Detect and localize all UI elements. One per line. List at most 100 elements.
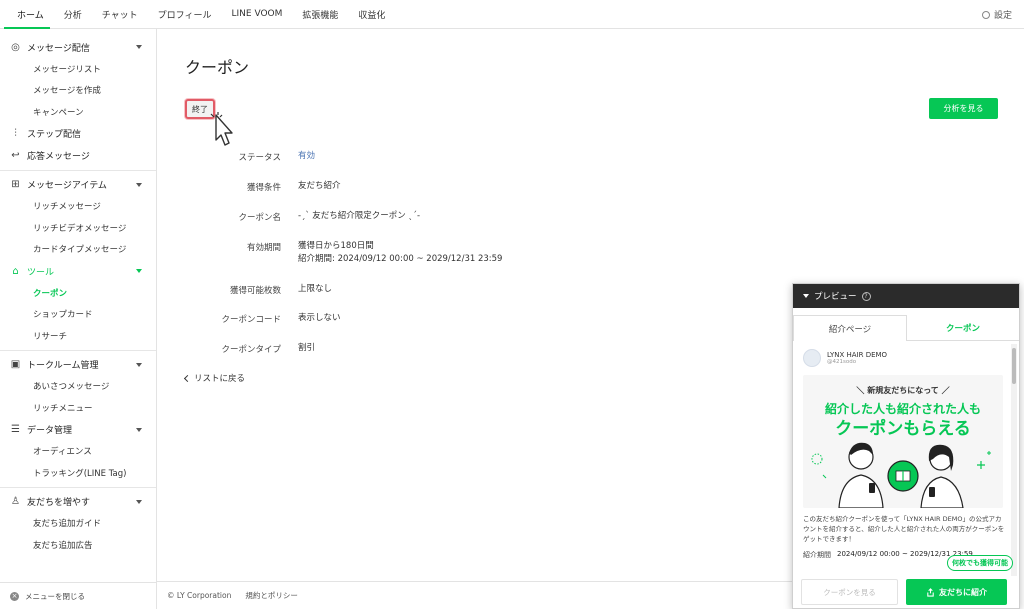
field-label-limit: 獲得可能枚数 [229, 286, 281, 296]
sidebar-divider [0, 349, 156, 351]
preview-tabs: 紹介ページ クーポン [793, 315, 1019, 341]
people-illustration-icon [811, 442, 991, 508]
sidebar-section-label: ステップ配信 [27, 130, 82, 140]
referral-banner: ＼ 新規友だちになって ／ 紹介した人も紹介された人も クーポンもらえる [803, 375, 1003, 508]
copyright: © LY Corporation [167, 591, 232, 600]
gear-icon [981, 10, 990, 19]
sidebar-item-rich-message[interactable]: リッチメッセージ [0, 196, 156, 218]
sidebar: ◎ メッセージ配信 メッセージリスト メッセージを作成 キャンペーン ⫶ ステッ… [0, 29, 157, 609]
field-value-status: 有効 [298, 151, 316, 161]
sidebar-section-label: トークルーム管理 [27, 361, 99, 371]
sidebar-item-shop-card[interactable]: ショップカード [0, 304, 156, 326]
talkroom-icon: ▣ [10, 359, 21, 370]
sidebar-item-message-list[interactable]: メッセージリスト [0, 58, 156, 80]
back-link-label: リストに戻る [194, 374, 246, 384]
tab-analytics[interactable]: 分析 [54, 0, 92, 28]
account-row: LYNX HAIR DEMO @421sodo [803, 349, 1009, 367]
referral-description: この友だち紹介クーポンを使って「LYNX HAIR DEMO」の公式アカウントを… [803, 515, 1005, 543]
tab-monetization[interactable]: 収益化 [348, 0, 395, 28]
field-label-condition: 獲得条件 [246, 183, 281, 193]
tab-home[interactable]: ホーム [0, 0, 54, 29]
sidebar-section-broadcast[interactable]: ◎ メッセージ配信 [0, 36, 156, 58]
message-item-icon: ⊞ [11, 179, 20, 190]
sidebar-item-greeting[interactable]: あいさつメッセージ [0, 376, 156, 398]
settings-label: 設定 [993, 11, 1012, 21]
sidebar-divider [0, 169, 156, 171]
chevron-left-icon [183, 374, 192, 382]
unlimited-badge: 何枚でも獲得可能 [947, 555, 1013, 571]
sidebar-item-campaign[interactable]: キャンペーン [0, 101, 156, 123]
sidebar-section-step[interactable]: ⫶ ステップ配信 [0, 123, 156, 145]
field-label-coupon-type: クーポンタイプ [221, 345, 281, 355]
sidebar-item-coupon[interactable]: クーポン [0, 282, 156, 304]
database-icon: ☰ [11, 424, 20, 435]
help-icon[interactable]: ? [861, 291, 871, 301]
sidebar-item-rich-video[interactable]: リッチビデオメッセージ [0, 217, 156, 239]
sidebar-section-data[interactable]: ☰ データ管理 [0, 419, 156, 441]
back-to-list-link[interactable]: リストに戻る [183, 372, 246, 384]
sidebar-section-message-items[interactable]: ⊞ メッセージアイテム [0, 174, 156, 196]
sidebar-item-research[interactable]: リサーチ [0, 325, 156, 347]
analyze-button[interactable]: 分析を見る [929, 98, 998, 119]
close-menu-button[interactable]: × メニューを閉じる [0, 582, 157, 609]
sidebar-section-label: 応答メッセージ [27, 152, 90, 162]
page-title: クーポン [185, 58, 250, 77]
field-label-coupon-code: クーポンコード [221, 315, 281, 325]
tab-coupon[interactable]: クーポン [907, 315, 1019, 341]
add-friend-icon: ♙ [11, 496, 20, 507]
share-friends-button[interactable]: 友だちに紹介 [906, 579, 1007, 605]
chevron-down-icon [136, 269, 142, 273]
policy-link[interactable]: 規約とポリシー [245, 590, 298, 601]
tab-line-voom[interactable]: LINE VOOM [222, 0, 293, 28]
tab-extensions[interactable]: 拡張機能 [292, 0, 348, 28]
account-id: @421sodo [827, 359, 857, 365]
sidebar-section-add-friends[interactable]: ♙ 友だちを増やす [0, 491, 156, 513]
field-label-validity: 有効期間 [246, 243, 281, 253]
reply-icon: ↩ [11, 150, 20, 161]
sidebar-section-tools[interactable]: ⌂ ツール [0, 260, 156, 282]
sidebar-item-card-message[interactable]: カードタイプメッセージ [0, 239, 156, 261]
period-label: 紹介期間 [803, 551, 831, 559]
tab-chat[interactable]: チャット [92, 0, 148, 28]
chevron-down-icon [803, 294, 809, 298]
share-friends-label: 友だちに紹介 [939, 587, 987, 597]
sidebar-item-audience[interactable]: オーディエンス [0, 441, 156, 463]
sidebar-section-label: メッセージアイテム [27, 181, 107, 191]
top-nav: ホーム 分析 チャット プロフィール LINE VOOM 拡張機能 収益化 設定 [0, 0, 1024, 29]
sidebar-item-rich-menu[interactable]: リッチメニュー [0, 397, 156, 419]
sidebar-item-create-message[interactable]: メッセージを作成 [0, 80, 156, 102]
avatar [803, 349, 821, 367]
close-menu-label: メニューを閉じる [25, 591, 85, 601]
sidebar-section-talkroom[interactable]: ▣ トークルーム管理 [0, 354, 156, 376]
preview-title: プレビュー [814, 292, 857, 302]
close-icon: × [10, 591, 19, 601]
account-name: LYNX HAIR DEMO [827, 351, 888, 359]
chevron-down-icon [136, 182, 142, 187]
shop-icon: ⌂ [12, 265, 19, 277]
tab-referral-page[interactable]: 紹介ページ [793, 315, 907, 341]
broadcast-icon: ◎ [11, 41, 20, 53]
preview-header[interactable]: プレビュー ? [793, 284, 1019, 308]
field-value-condition: 友だち紹介 [298, 181, 341, 191]
chevron-down-icon [136, 45, 142, 49]
sidebar-section-label: データ管理 [27, 426, 73, 436]
chevron-down-icon [136, 362, 142, 367]
page-footer: © LY Corporation 規約とポリシー [157, 581, 792, 609]
chevron-down-icon [136, 499, 142, 504]
tab-profile[interactable]: プロフィール [148, 0, 222, 28]
field-label-status: ステータス [238, 153, 281, 163]
settings-link[interactable]: 設定 [981, 0, 1012, 29]
field-value-referral-period: 紹介期間: 2024/09/12 00:00 ~ 2029/12/31 23:5… [298, 254, 503, 264]
sidebar-divider [0, 486, 156, 488]
sidebar-item-friend-guide[interactable]: 友だち追加ガイド [0, 513, 156, 535]
step-icon: ⫶ [14, 128, 17, 139]
sidebar-item-friend-ads[interactable]: 友だち追加広告 [0, 534, 156, 556]
sidebar-item-tracking[interactable]: トラッキング(LINE Tag) [0, 462, 156, 484]
sidebar-section-reply[interactable]: ↩ 応答メッセージ [0, 145, 156, 167]
field-label-coupon-name: クーポン名 [238, 213, 281, 223]
sidebar-section-label: 友だちを増やす [27, 498, 91, 508]
preview-footer: クーポンを見る 友だちに紹介 [793, 576, 1019, 608]
sidebar-section-label: ツール [27, 267, 55, 278]
field-value-validity: 獲得日から180日間 [298, 241, 374, 251]
view-coupon-button[interactable]: クーポンを見る [801, 579, 898, 605]
